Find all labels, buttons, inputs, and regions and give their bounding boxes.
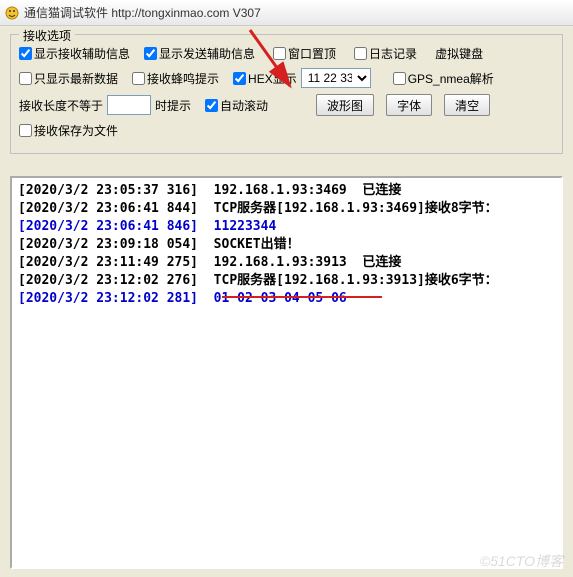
options-row-2: 只显示最新数据 接收蜂鸣提示 HEX显示 11 22 33 GPS_nmea解析 <box>19 68 554 88</box>
options-row-3: 接收长度不等于 时提示 自动滚动 波形图 字体 清空 <box>19 94 554 116</box>
chk-gps-box[interactable] <box>393 72 406 85</box>
chk-auto-scroll-box[interactable] <box>205 99 218 112</box>
chk-gps[interactable]: GPS_nmea解析 <box>393 70 494 87</box>
window-title: 通信猫调试软件 http://tongxinmao.com V307 <box>24 4 261 21</box>
chk-hex-box[interactable] <box>233 72 246 85</box>
log-output[interactable]: [2020/3/2 23:05:37 316] 192.168.1.93:346… <box>10 176 563 569</box>
chk-label: 虚拟键盘 <box>435 45 483 62</box>
chk-label: 接收保存为文件 <box>34 122 118 139</box>
chk-label: 只显示最新数据 <box>34 70 118 87</box>
log-line: [2020/3/2 23:09:18 054] SOCKET出错！ <box>18 236 555 254</box>
titlebar: 通信猫调试软件 http://tongxinmao.com V307 <box>0 0 573 26</box>
chk-show-recv-aux[interactable]: 显示接收辅助信息 <box>19 45 130 62</box>
log-line: [2020/3/2 23:12:02 281] 01 02 03 04 05 0… <box>18 290 555 308</box>
len-label: 接收长度不等于 <box>19 97 103 114</box>
chk-label: 自动滚动 <box>220 97 268 114</box>
log-line: [2020/3/2 23:06:41 846] 11223344 <box>18 218 555 236</box>
chk-only-latest[interactable]: 只显示最新数据 <box>19 70 118 87</box>
log-line: [2020/3/2 23:11:49 275] 192.168.1.93:391… <box>18 254 555 272</box>
log-line: [2020/3/2 23:12:02 276] TCP服务器[192.168.1… <box>18 272 555 290</box>
chk-label: HEX显示 <box>248 70 297 87</box>
btn-font[interactable]: 字体 <box>386 94 432 116</box>
app-icon <box>4 5 20 21</box>
btn-waveform[interactable]: 波形图 <box>316 94 374 116</box>
chk-show-send-aux-box[interactable] <box>144 47 157 60</box>
hex-combo[interactable]: 11 22 33 <box>301 68 371 88</box>
options-row-1: 显示接收辅助信息 显示发送辅助信息 窗口置顶 日志记录 虚拟键盘 <box>19 45 554 62</box>
log-line: [2020/3/2 23:05:37 316] 192.168.1.93:346… <box>18 182 555 200</box>
chk-label: 显示接收辅助信息 <box>34 45 130 62</box>
chk-save-file[interactable]: 接收保存为文件 <box>19 122 118 139</box>
chk-show-send-aux[interactable]: 显示发送辅助信息 <box>144 45 255 62</box>
chk-log-record[interactable]: 日志记录 <box>354 45 417 62</box>
btn-clear[interactable]: 清空 <box>444 94 490 116</box>
annotation-underline <box>222 296 382 298</box>
log-line: [2020/3/2 23:06:41 844] TCP服务器[192.168.1… <box>18 200 555 218</box>
len-input[interactable] <box>107 95 151 115</box>
chk-label: 窗口置顶 <box>288 45 336 62</box>
chk-auto-scroll[interactable]: 自动滚动 <box>205 97 268 114</box>
chk-window-top[interactable]: 窗口置顶 <box>273 45 336 62</box>
chk-only-latest-box[interactable] <box>19 72 32 85</box>
chk-label: GPS_nmea解析 <box>408 70 494 87</box>
chk-save-file-box[interactable] <box>19 124 32 137</box>
chk-virtual-keyboard[interactable]: 虚拟键盘 <box>435 45 483 62</box>
watermark: ©51CTO博客 <box>480 551 563 571</box>
chk-label: 接收蜂鸣提示 <box>147 70 219 87</box>
recv-options-group: 接收选项 显示接收辅助信息 显示发送辅助信息 窗口置顶 日志记录 虚拟键盘 只显… <box>10 34 563 154</box>
chk-label: 显示发送辅助信息 <box>159 45 255 62</box>
time-hint-label: 时提示 <box>155 97 191 114</box>
chk-beep-box[interactable] <box>132 72 145 85</box>
chk-label: 日志记录 <box>369 45 417 62</box>
options-row-4: 接收保存为文件 <box>19 122 554 139</box>
chk-hex[interactable]: HEX显示 <box>233 70 297 87</box>
group-legend: 接收选项 <box>19 27 75 44</box>
chk-window-top-box[interactable] <box>273 47 286 60</box>
chk-log-record-box[interactable] <box>354 47 367 60</box>
chk-beep[interactable]: 接收蜂鸣提示 <box>132 70 219 87</box>
chk-show-recv-aux-box[interactable] <box>19 47 32 60</box>
